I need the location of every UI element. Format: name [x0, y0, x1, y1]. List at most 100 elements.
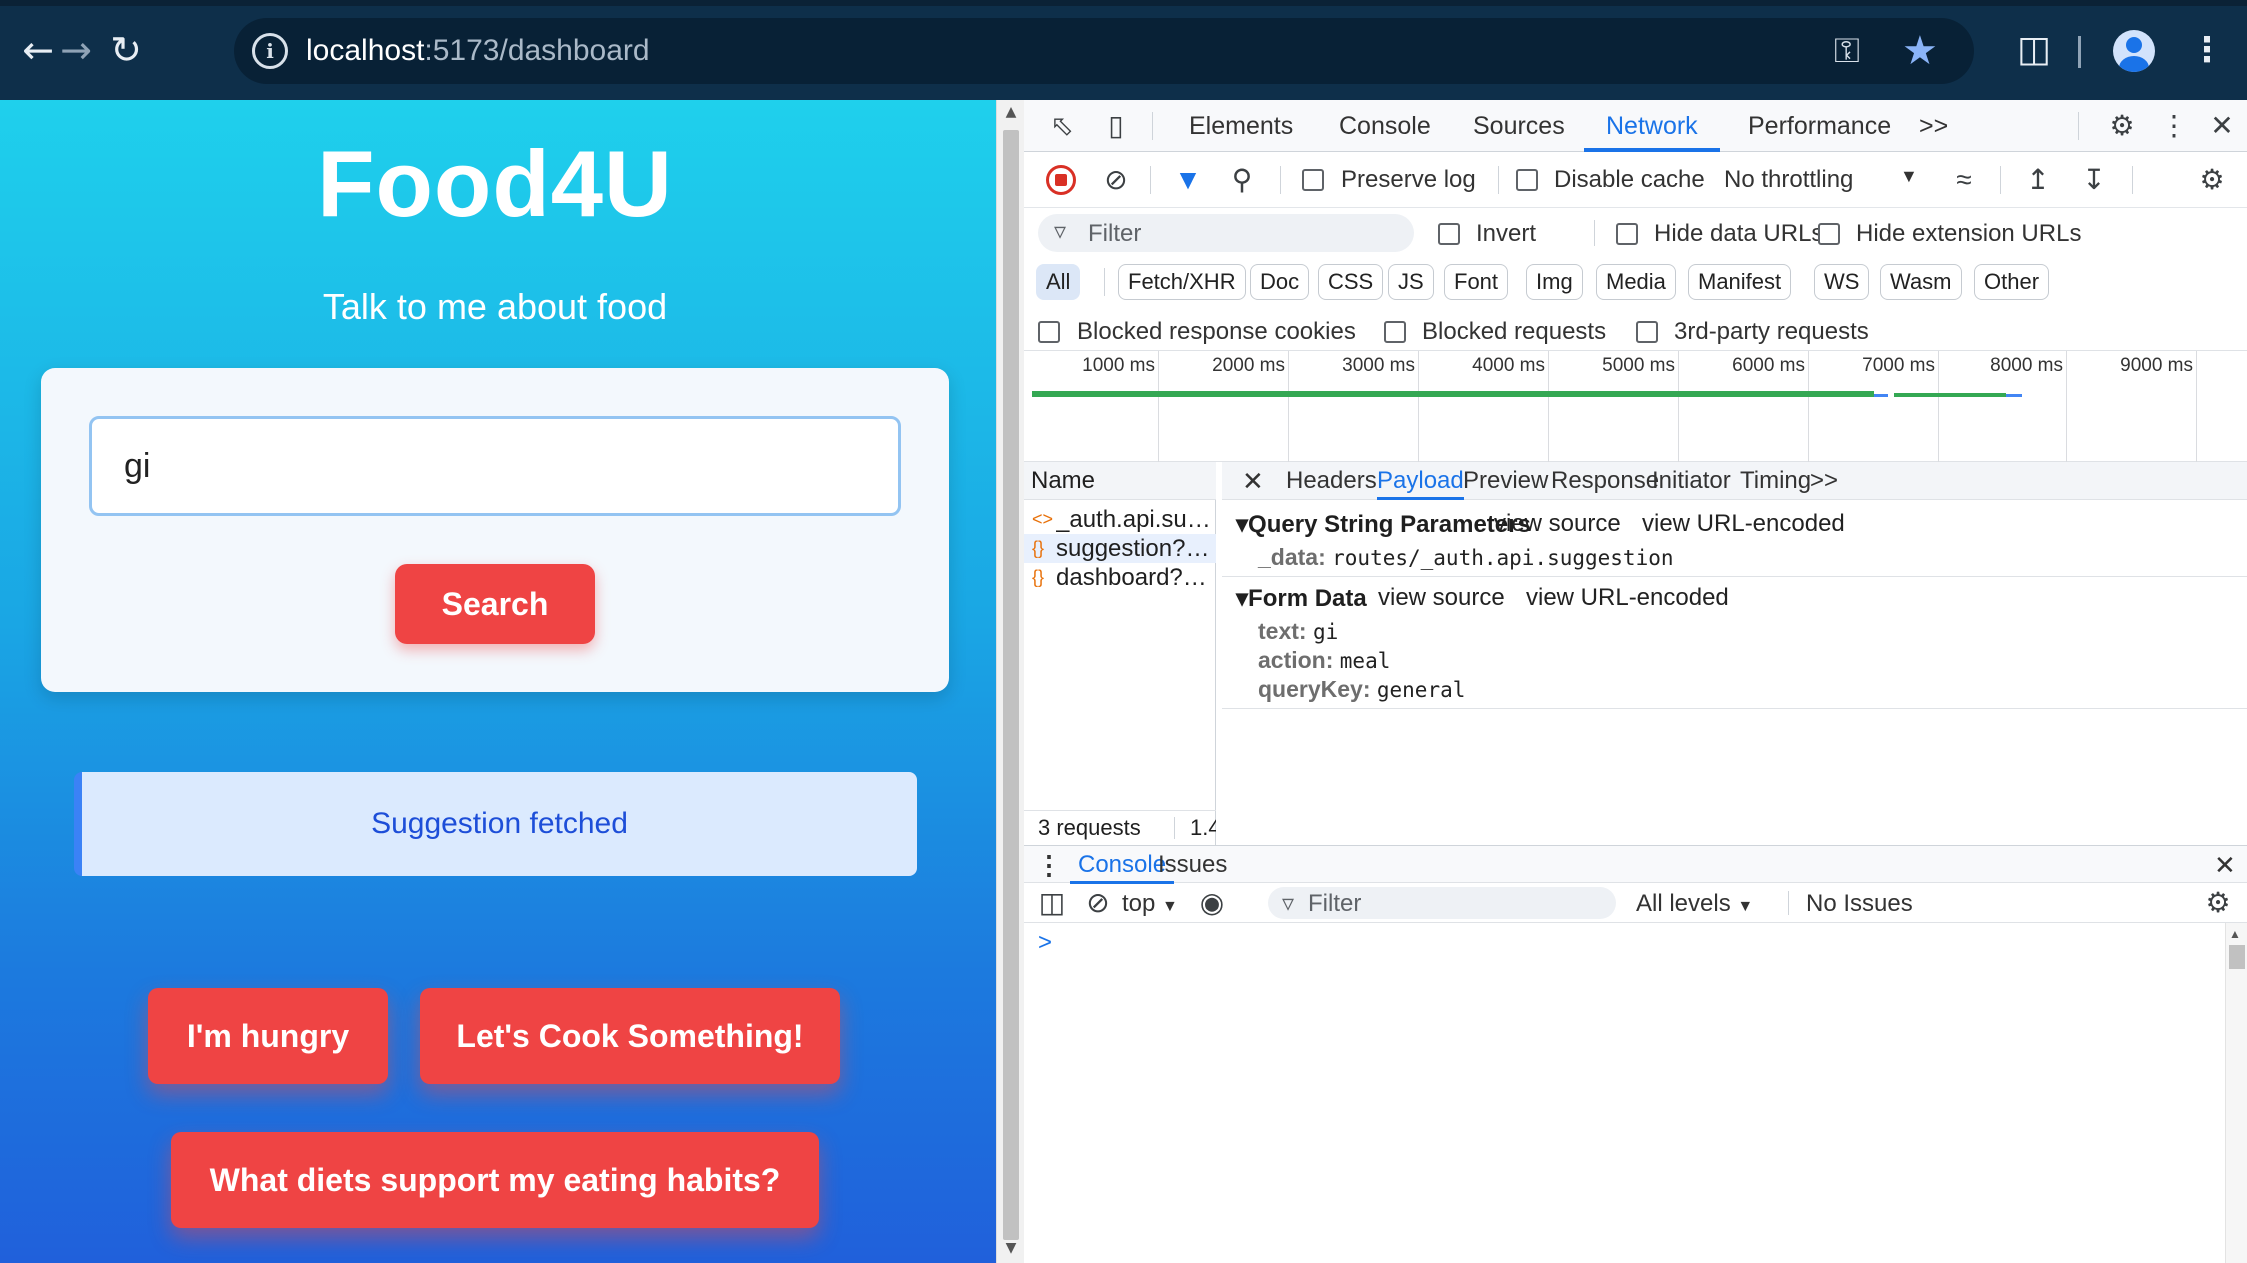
scroll-up-icon[interactable]: ▲: [1003, 104, 1019, 120]
console-filter-input[interactable]: ▿ Filter: [1268, 887, 1616, 919]
blocked-cookies-checkbox[interactable]: [1038, 321, 1060, 343]
clear-icon[interactable]: ⊘: [1098, 162, 1134, 198]
type-filter-fetch-xhr[interactable]: Fetch/XHR: [1118, 264, 1246, 300]
password-key-icon[interactable]: ⚿: [1834, 31, 1860, 71]
bookmark-star-icon[interactable]: ★: [1902, 28, 1938, 74]
type-filter-doc[interactable]: Doc: [1250, 264, 1310, 300]
drawer-tab-issues[interactable]: Issues: [1158, 846, 1227, 884]
profile-avatar-icon[interactable]: [2113, 30, 2155, 72]
more-tabs-icon[interactable]: >>: [1919, 100, 1948, 152]
close-devtools-icon[interactable]: ✕: [2204, 108, 2240, 144]
export-har-icon[interactable]: ↧: [2076, 162, 2112, 198]
cook-something-button[interactable]: Let's Cook Something!: [420, 988, 840, 1084]
search-button[interactable]: Search: [395, 564, 595, 644]
console-output[interactable]: > ▲: [1024, 923, 2247, 1263]
filter-funnel-icon[interactable]: ▼: [1170, 162, 1206, 198]
preserve-log-checkbox[interactable]: [1302, 169, 1324, 191]
timeline-bar-request-2: [1894, 393, 2006, 397]
type-filter-manifest[interactable]: Manifest: [1688, 264, 1792, 300]
timeline-bar-request-1: [1032, 391, 1874, 397]
tab-timing[interactable]: Timing: [1740, 462, 1811, 500]
reload-icon[interactable]: ↻: [98, 22, 154, 78]
type-filter-ws[interactable]: WS: [1814, 264, 1870, 300]
console-settings-icon[interactable]: ⚙: [2200, 885, 2236, 921]
tab-headers[interactable]: Headers: [1286, 462, 1377, 500]
tab-network[interactable]: Network: [1584, 100, 1720, 152]
extensions-icon[interactable]: ◫: [2006, 22, 2062, 78]
type-filter-font[interactable]: Font: [1444, 264, 1509, 300]
diets-button[interactable]: What diets support my eating habits?: [171, 1132, 819, 1228]
food-search-input[interactable]: gi: [89, 416, 901, 516]
browser-menu-icon[interactable]: ⋮: [2190, 22, 2224, 78]
console-scrollbar[interactable]: ▲: [2225, 923, 2247, 1263]
type-filter-media[interactable]: Media: [1596, 264, 1676, 300]
tab-payload[interactable]: Payload: [1377, 462, 1464, 500]
network-timeline-overview[interactable]: 1000 ms 2000 ms 3000 ms 4000 ms 5000 ms …: [1024, 350, 2247, 463]
network-filter-input[interactable]: ▿ Filter: [1038, 214, 1414, 252]
search-icon[interactable]: ⚲: [1224, 162, 1260, 198]
third-party-checkbox[interactable]: [1636, 321, 1658, 343]
address-bar[interactable]: i localhost:5173/dashboard ⚿ ★: [234, 18, 1974, 84]
tab-response[interactable]: Response: [1551, 462, 1659, 500]
console-sidebar-icon[interactable]: ◫: [1034, 885, 1070, 921]
drawer-menu-icon[interactable]: ⋮: [1036, 846, 1062, 884]
context-select[interactable]: top ▼: [1122, 890, 1178, 918]
devtools-menu-icon[interactable]: ⋮: [2156, 108, 2192, 144]
throttling-select[interactable]: No throttling: [1724, 166, 1853, 194]
network-conditions-icon[interactable]: ≈: [1946, 162, 1982, 198]
clear-console-icon[interactable]: ⊘: [1080, 885, 1116, 921]
log-levels-select[interactable]: All levels ▼: [1636, 890, 1753, 918]
invert-checkbox[interactable]: [1438, 223, 1460, 245]
record-stop-icon[interactable]: [1046, 165, 1076, 195]
query-string-section-header[interactable]: ▾Query String Parameters: [1236, 510, 1531, 539]
type-filter-wasm[interactable]: Wasm: [1880, 264, 1962, 300]
blocked-requests-checkbox[interactable]: [1384, 321, 1406, 343]
device-toolbar-icon[interactable]: ▯: [1098, 108, 1134, 144]
site-info-icon[interactable]: i: [252, 33, 288, 69]
scroll-down-icon[interactable]: ▼: [1003, 1240, 1019, 1256]
form-data-section-header[interactable]: ▾Form Data: [1236, 584, 1367, 613]
type-filter-js[interactable]: JS: [1388, 264, 1434, 300]
tab-sources[interactable]: Sources: [1473, 100, 1565, 152]
tab-preview[interactable]: Preview: [1463, 462, 1548, 500]
timeline-bar-waiting: [1874, 394, 1888, 397]
settings-gear-icon[interactable]: ⚙: [2104, 108, 2140, 144]
console-prompt[interactable]: >: [1038, 929, 1052, 957]
live-expression-eye-icon[interactable]: ◉: [1194, 885, 1230, 921]
type-filter-img[interactable]: Img: [1526, 264, 1583, 300]
request-row[interactable]: <> _auth.api.suggesti...: [1024, 505, 1216, 534]
console-scroll-thumb[interactable]: [2229, 945, 2245, 969]
tab-performance[interactable]: Performance: [1748, 100, 1891, 152]
tab-initiator[interactable]: Initiator: [1652, 462, 1731, 500]
type-filter-css[interactable]: CSS: [1318, 264, 1384, 300]
hide-extension-urls-checkbox[interactable]: [1818, 223, 1840, 245]
hungry-button[interactable]: I'm hungry: [148, 988, 388, 1084]
type-filter-all[interactable]: All: [1036, 264, 1081, 300]
tab-elements[interactable]: Elements: [1189, 100, 1293, 152]
chevron-down-icon[interactable]: ▼: [1900, 166, 1918, 187]
close-detail-icon[interactable]: ✕: [1242, 462, 1264, 500]
url-text[interactable]: localhost:5173/dashboard: [306, 32, 650, 70]
qs-view-source-link[interactable]: view source: [1494, 510, 1621, 538]
more-detail-tabs-icon[interactable]: >>: [1810, 462, 1838, 500]
qs-view-url-encoded-link[interactable]: view URL-encoded: [1642, 510, 1845, 538]
issues-counter[interactable]: No Issues: [1806, 890, 1913, 918]
network-settings-icon[interactable]: ⚙: [2194, 162, 2230, 198]
close-drawer-icon[interactable]: ✕: [2214, 846, 2236, 884]
page-scrollbar[interactable]: ▲ ▼: [996, 100, 1024, 1263]
inspect-element-icon[interactable]: ⬁: [1044, 108, 1080, 144]
tab-console[interactable]: Console: [1339, 100, 1431, 152]
fetch-braces-icon: {}: [1032, 538, 1045, 558]
request-row[interactable]: {} dashboard?_data=...: [1024, 563, 1216, 592]
type-filter-other[interactable]: Other: [1974, 264, 2050, 300]
scrollbar-thumb[interactable]: [1003, 130, 1019, 1240]
disable-cache-checkbox[interactable]: [1516, 169, 1538, 191]
hide-data-urls-checkbox[interactable]: [1616, 223, 1638, 245]
import-har-icon[interactable]: ↥: [2020, 162, 2056, 198]
forward-icon[interactable]: →: [48, 22, 104, 78]
form-view-source-link[interactable]: view source: [1378, 584, 1505, 612]
scroll-up-icon[interactable]: ▲: [2229, 927, 2241, 941]
form-view-url-encoded-link[interactable]: view URL-encoded: [1526, 584, 1729, 612]
name-column-header[interactable]: Name: [1024, 462, 1216, 500]
request-row-selected[interactable]: {} suggestion?_data=...: [1024, 534, 1216, 563]
